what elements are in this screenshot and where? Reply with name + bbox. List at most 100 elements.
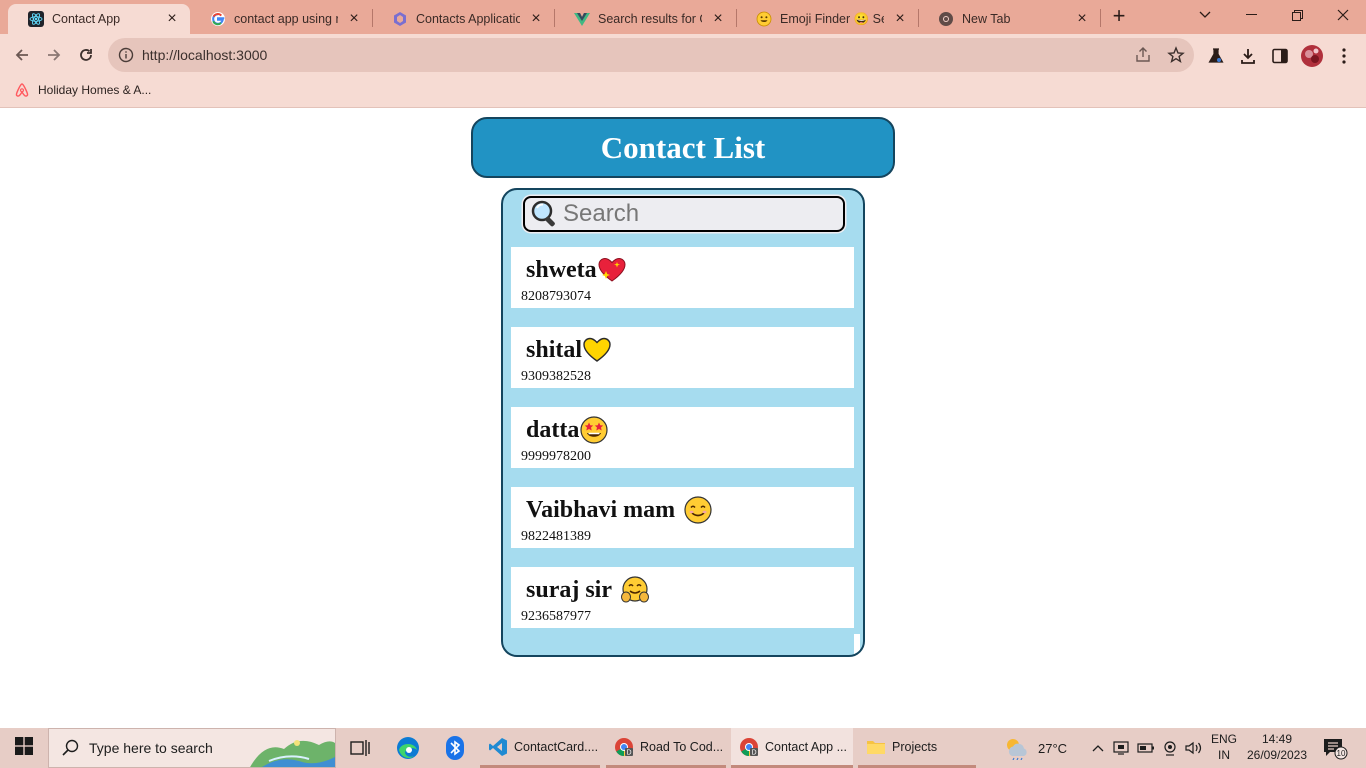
smiley-icon [756, 11, 772, 27]
tab-google-search[interactable]: contact app using rea × [190, 4, 372, 34]
taskbar-app-chrome-contact-app[interactable]: D Contact App ... [731, 728, 853, 768]
clock[interactable]: 14:49 26/09/2023 [1246, 731, 1308, 763]
vscode-icon [488, 737, 508, 757]
notification-count: 10 [1337, 749, 1346, 758]
contact-card[interactable]: shital 9309382528 [511, 327, 854, 388]
battery-icon[interactable] [1136, 734, 1156, 762]
avatar[interactable] [1301, 45, 1323, 67]
contact-name: shweta [526, 256, 597, 283]
contact-phone: 9999978200 [521, 449, 591, 464]
close-window-button[interactable] [1320, 0, 1366, 30]
tab-search-chevron-icon[interactable] [1182, 0, 1228, 30]
contact-panel: shweta 8208793074 shital 9309382528 datt… [501, 188, 865, 657]
contact-name-row: shweta [526, 255, 627, 285]
minimize-button[interactable] [1228, 0, 1274, 30]
contact-name: suraj sir [526, 576, 612, 603]
task-view-icon[interactable] [346, 734, 374, 762]
page-title: Contact List [600, 129, 766, 165]
airbnb-icon [14, 82, 30, 98]
tab-search-results[interactable]: Search results for Gro × [554, 4, 736, 34]
contact-name-row: suraj sir [526, 575, 650, 605]
taskbar-app-label: Contact App ... [765, 739, 847, 754]
weather-widget[interactable]: 27°C [1004, 728, 1067, 768]
labs-flask-icon[interactable] [1206, 46, 1226, 66]
display-settings-icon[interactable] [1112, 734, 1132, 762]
scrollbar[interactable] [854, 634, 860, 655]
search-box[interactable] [523, 196, 845, 232]
browser-toolbar: http://localhost:3000 [0, 34, 1366, 76]
page-viewport: Contact List shweta 8208793074 shital [0, 109, 1366, 728]
bluetooth-icon[interactable] [441, 734, 469, 762]
tab-contacts-application[interactable]: Contacts Application × [372, 4, 554, 34]
folder-icon [866, 737, 886, 757]
info-icon[interactable] [118, 47, 134, 63]
windows-logo-icon [15, 736, 33, 760]
chrome-icon: D [739, 737, 759, 757]
webcam-icon[interactable] [1160, 734, 1180, 762]
hugging-face-icon [620, 575, 650, 605]
contact-phone: 8208793074 [521, 289, 591, 304]
edge-icon[interactable] [394, 734, 422, 762]
side-panel-icon[interactable] [1270, 46, 1290, 66]
close-icon[interactable]: × [346, 11, 362, 27]
volume-icon[interactable] [1183, 734, 1205, 762]
taskbar-app-label: ContactCard.... [514, 739, 599, 754]
chevron-up-icon[interactable] [1088, 734, 1108, 762]
svg-text:D: D [626, 749, 631, 756]
address-bar[interactable]: http://localhost:3000 [108, 38, 1194, 72]
forward-button[interactable] [41, 42, 67, 68]
close-icon[interactable]: × [528, 11, 544, 27]
taskbar-search[interactable]: Type here to search [48, 728, 336, 768]
contact-card[interactable]: shweta 8208793074 [511, 247, 854, 308]
bookmark-holiday-homes[interactable]: Holiday Homes & A... [14, 82, 151, 98]
start-button[interactable] [0, 728, 48, 768]
kebab-menu-icon[interactable] [1334, 46, 1354, 66]
download-icon[interactable] [1238, 46, 1258, 66]
tab-new-tab[interactable]: New Tab × [918, 4, 1100, 34]
notifications-icon[interactable]: 10 [1320, 734, 1350, 762]
contact-card[interactable]: datta 9999978200 [511, 407, 854, 468]
taskbar-app-label: Road To Cod... [640, 739, 724, 754]
tab-title: New Tab [962, 12, 1011, 26]
share-icon[interactable] [1134, 46, 1152, 64]
url-text: http://localhost:3000 [142, 47, 268, 63]
taskbar-app-projects-folder[interactable]: Projects [858, 728, 976, 768]
tab-separator [1100, 9, 1101, 27]
landscape-icon [249, 731, 335, 767]
app-header: Contact List [471, 117, 895, 178]
close-icon[interactable]: × [164, 11, 180, 27]
taskbar-app-chrome-road-to-code[interactable]: D Road To Cod... [606, 728, 726, 768]
close-icon[interactable]: × [892, 11, 908, 27]
tab-strip: Contact App × contact app using rea × Co… [0, 0, 1366, 34]
chrome-icon [938, 11, 954, 27]
taskbar: Type here to search ContactCard.... D Ro… [0, 728, 1366, 768]
language-code: ENG [1210, 732, 1237, 746]
language-indicator[interactable]: ENG IN [1210, 731, 1238, 763]
contact-card[interactable]: suraj sir 9236587977 [511, 567, 854, 628]
contact-name: Vaibhavi mam [526, 496, 676, 523]
tab-contact-app[interactable]: Contact App × [8, 4, 190, 34]
back-button[interactable] [9, 42, 35, 68]
tab-emoji-finder[interactable]: Emoji Finder 😀 Sear × [736, 4, 918, 34]
bookmarks-bar: Holiday Homes & A... [0, 76, 1366, 108]
close-icon[interactable]: × [710, 11, 726, 27]
contact-name-row: Vaibhavi mam [526, 495, 713, 525]
contact-name: shital [526, 336, 583, 363]
taskbar-app-vscode[interactable]: ContactCard.... [480, 728, 600, 768]
weather-cloud-sun-icon [1004, 736, 1030, 761]
reload-button[interactable] [73, 42, 99, 68]
new-tab-button[interactable]: + [1108, 5, 1130, 28]
bookmark-star-icon[interactable] [1167, 46, 1185, 64]
tab-title: Emoji Finder 😀 Sear [780, 11, 884, 26]
close-icon[interactable]: × [1074, 11, 1090, 27]
tab-title: contact app using rea [234, 12, 338, 26]
hexagon-app-icon [392, 11, 408, 27]
restore-button[interactable] [1274, 0, 1320, 30]
weather-temperature: 27°C [1038, 740, 1068, 756]
clock-date: 26/09/2023 [1246, 748, 1308, 762]
contact-name-row: datta [526, 415, 609, 445]
search-input[interactable] [561, 200, 831, 228]
contact-phone: 9236587977 [521, 609, 591, 624]
contact-card[interactable]: Vaibhavi mam 9822481389 [511, 487, 854, 548]
chrome-icon: D [614, 737, 634, 757]
